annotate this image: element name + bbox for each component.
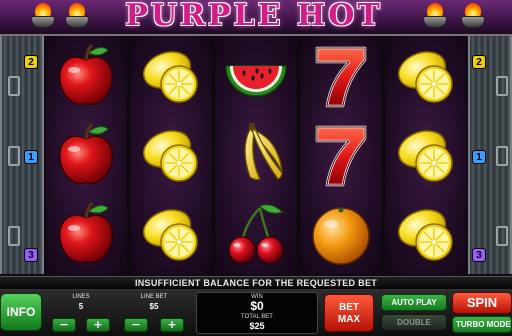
- payline-1-badge[interactable]: 1: [24, 150, 38, 164]
- orange-icon: [300, 194, 382, 273]
- win-value: $0: [250, 299, 264, 313]
- reel-3: [215, 36, 297, 274]
- pillar-ornament: [496, 226, 508, 246]
- payline-3-badge[interactable]: 3: [472, 248, 486, 262]
- payline-3-badge[interactable]: 3: [24, 248, 38, 262]
- reel-area: [44, 36, 468, 274]
- lines-decrease-button[interactable]: −: [52, 318, 76, 332]
- pillar-ornament: [8, 76, 20, 96]
- line-bet-control: LINE BET $5 − +: [118, 292, 190, 332]
- lemon-icon: [385, 194, 467, 273]
- lines-label: LINES: [72, 294, 90, 300]
- left-pillar: 2 1 3: [0, 36, 44, 274]
- apple-icon: [45, 36, 127, 115]
- torch-left-inner-icon: [62, 2, 92, 32]
- game-logo: PURPLE HOT: [125, 0, 383, 33]
- lines-value: 5: [78, 302, 84, 311]
- payline-2-badge[interactable]: 2: [24, 55, 38, 69]
- lemon-icon: [130, 115, 212, 194]
- lines-increase-button[interactable]: +: [86, 318, 110, 332]
- lines-control: LINES 5 − +: [46, 292, 116, 332]
- torch-right-inner-icon: [420, 2, 450, 32]
- bet-max-line1: BET: [339, 302, 359, 313]
- seven-icon: [300, 115, 382, 194]
- autoplay-button[interactable]: AUTO PLAY: [381, 294, 447, 311]
- payline-2-badge[interactable]: 2: [472, 55, 486, 69]
- line-bet-label: LINE BET: [140, 294, 168, 300]
- pillar-ornament: [8, 146, 20, 166]
- line-bet-value: $5: [149, 302, 159, 311]
- pillar-ornament: [496, 76, 508, 96]
- bet-max-line2: MAX: [337, 314, 361, 325]
- banana-icon: [215, 115, 297, 194]
- right-pillar: 2 1 3: [468, 36, 512, 274]
- seven-icon: [300, 36, 382, 115]
- control-panel: INFO LINES 5 − + LINE BET $5 − + WIN $0 …: [0, 290, 512, 336]
- status-message: INSUFFICIENT BALANCE FOR THE REQUESTED B…: [0, 276, 512, 290]
- lemon-icon: [130, 194, 212, 273]
- reel-2: [130, 36, 212, 274]
- line-bet-increase-button[interactable]: +: [160, 318, 184, 332]
- lemon-icon: [385, 36, 467, 115]
- torch-right-outer-icon: [458, 2, 488, 32]
- lemon-icon: [130, 36, 212, 115]
- win-display: WIN $0 TOTAL BET $25: [196, 292, 318, 334]
- pillar-ornament: [8, 226, 20, 246]
- double-button[interactable]: DOUBLE: [381, 314, 447, 331]
- total-bet-label: TOTAL BET: [241, 314, 273, 320]
- top-banner: PURPLE HOT: [0, 0, 512, 36]
- reel-4: [300, 36, 382, 274]
- info-button[interactable]: INFO: [0, 293, 42, 331]
- payline-1-badge[interactable]: 1: [472, 150, 486, 164]
- reel-1: [45, 36, 127, 274]
- total-bet-value: $25: [249, 321, 265, 331]
- pillar-ornament: [496, 146, 508, 166]
- turbo-mode-button[interactable]: TURBO MODE: [452, 316, 512, 333]
- apple-icon: [45, 194, 127, 273]
- apple-icon: [45, 115, 127, 194]
- cherry-icon: [215, 194, 297, 273]
- lemon-icon: [385, 115, 467, 194]
- line-bet-decrease-button[interactable]: −: [124, 318, 148, 332]
- bet-max-button[interactable]: BET MAX: [324, 294, 374, 332]
- spin-button[interactable]: SPIN: [452, 292, 512, 314]
- watermelon-icon: [215, 36, 297, 115]
- torch-left-outer-icon: [28, 2, 58, 32]
- reel-5: [385, 36, 467, 274]
